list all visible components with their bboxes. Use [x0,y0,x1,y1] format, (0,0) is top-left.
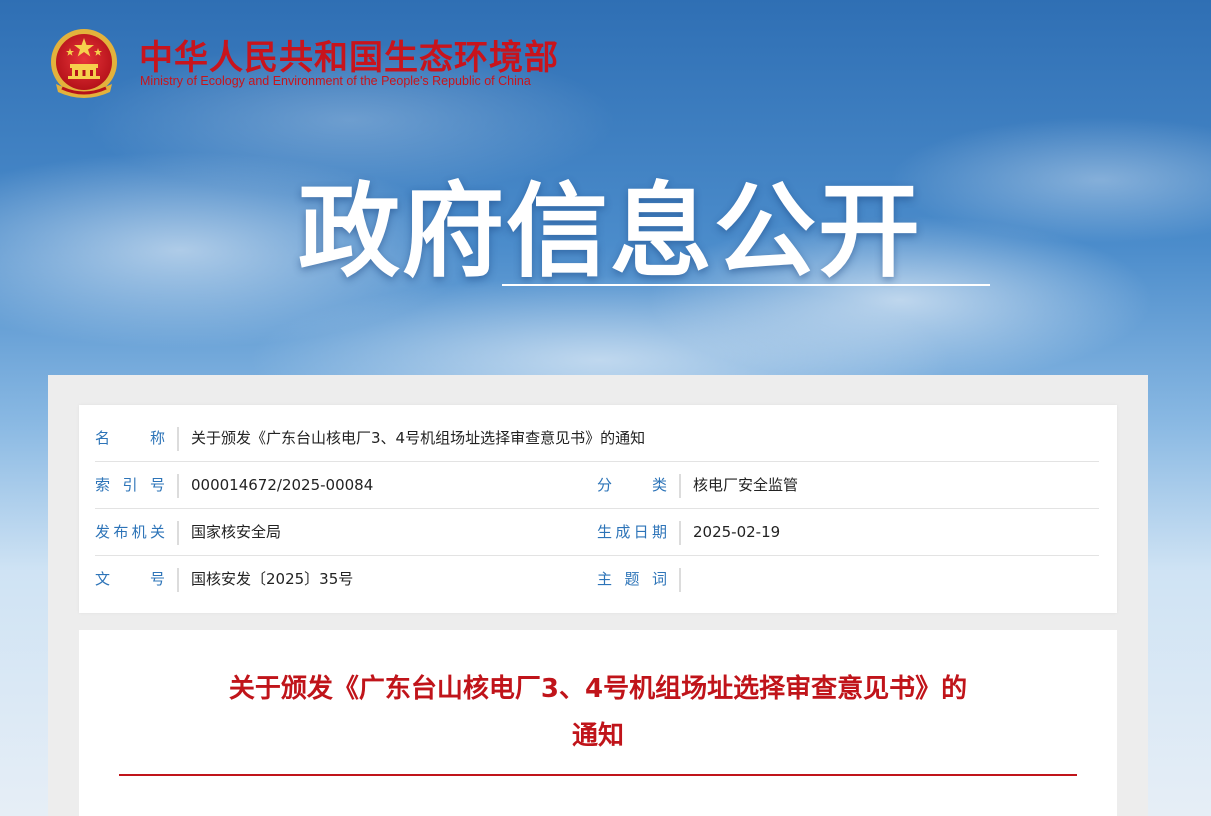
issuer-value: 国家核安全局 [191,523,282,541]
name-value: 关于颁发《广东台山核电厂3、4号机组场址选择审查意见书》的通知 [191,429,646,447]
docno-label: 文 号 [95,570,165,588]
meta-row-issuer: 发布机关 国家核安全局 生成日期 2025-02-19 [95,509,1099,556]
meta-row-docno: 文 号 国核安发〔2025〕35号 主题词 [95,556,1099,602]
divider [679,568,681,592]
ministry-name-en[interactable]: Ministry of Ecology and Environment of t… [140,74,531,88]
document-title: 关于颁发《广东台山核电厂3、4号机组场址选择审查意见书》的 通知 [179,666,1017,760]
metadata-card: 名 称 关于颁发《广东台山核电厂3、4号机组场址选择审查意见书》的通知 索引号 … [79,405,1117,613]
document-title-line1: 关于颁发《广东台山核电厂3、4号机组场址选择审查意见书》的 [228,674,968,704]
meta-row-name: 名 称 关于颁发《广东台山核电厂3、4号机组场址选择审查意见书》的通知 [95,415,1099,462]
divider [177,427,179,451]
issuer-label: 发布机关 [95,523,165,541]
ministry-name-cn[interactable]: 中华人民共和国生态环境部 [139,30,559,79]
divider [177,474,179,498]
keywords-label: 主题词 [597,570,667,588]
docno-value: 国核安发〔2025〕35号 [191,570,354,588]
category-label: 分 类 [597,476,667,494]
divider [177,568,179,592]
national-emblem-icon [51,29,117,98]
document-card: 关于颁发《广东台山核电厂3、4号机组场址选择审查意见书》的 通知 [79,630,1117,816]
title-rule [119,774,1077,776]
banner-title: 政府信息公开 [298,173,922,292]
site-header[interactable]: 中华人民共和国生态环境部 Ministry of Ecology and Env… [48,26,608,106]
index-label: 索引号 [95,476,165,494]
date-label: 生成日期 [597,523,667,541]
banner-underline [502,284,990,286]
divider [679,474,681,498]
date-value: 2025-02-19 [693,523,781,541]
divider [679,521,681,545]
name-label: 名 称 [95,429,165,447]
document-title-line2: 通知 [571,721,624,751]
meta-row-index: 索引号 000014672/2025-00084 分 类 核电厂安全监管 [95,462,1099,509]
divider [177,521,179,545]
category-value: 核电厂安全监管 [693,476,799,494]
index-value: 000014672/2025-00084 [191,476,374,494]
